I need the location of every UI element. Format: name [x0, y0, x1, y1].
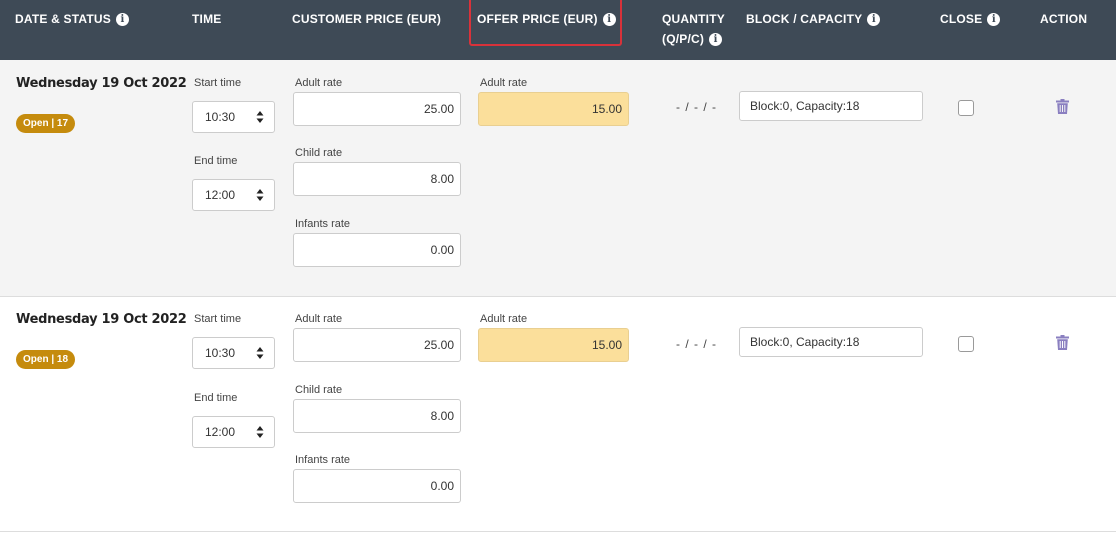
end-time-label: End time — [194, 392, 238, 404]
quantity-value: - / - / - — [676, 337, 717, 351]
col-action: ACTION — [1040, 12, 1088, 26]
col-block-capacity-label: BLOCK / CAPACITY — [746, 12, 863, 26]
sort-arrows-icon — [256, 426, 264, 438]
col-customer-price: CUSTOMER PRICE (EUR) — [292, 12, 442, 26]
trash-icon[interactable] — [1056, 335, 1069, 350]
info-icon[interactable]: i — [987, 13, 1001, 26]
status-badge: Open | 17 — [16, 114, 76, 133]
adult-rate-input[interactable]: 25.00 — [293, 92, 461, 126]
adult-rate-input[interactable]: 25.00 — [293, 328, 461, 362]
offer-adult-rate-label: Adult rate — [480, 313, 528, 325]
close-checkbox[interactable] — [958, 336, 974, 352]
col-quantity-sub-label: (Q/P/C) — [662, 32, 705, 46]
child-rate-label: Child rate — [295, 147, 343, 159]
col-offer-price-label: OFFER PRICE (EUR) — [477, 12, 598, 26]
col-quantity-label: QUANTITY — [662, 12, 725, 26]
adult-rate-label: Adult rate — [295, 77, 343, 89]
col-time: TIME — [192, 12, 222, 26]
start-time-value: 10:30 — [205, 110, 236, 124]
end-time-value: 12:00 — [205, 188, 236, 202]
adult-rate-label: Adult rate — [295, 313, 343, 325]
table-row: Wednesday 19 Oct 2022 Open | 18 Start ti… — [0, 297, 1116, 532]
col-date-status: DATE & STATUS i — [15, 9, 129, 29]
end-time-select[interactable]: 12:00 — [192, 416, 275, 448]
row-date: Wednesday 19 Oct 2022 — [16, 312, 187, 327]
start-time-label: Start time — [194, 77, 242, 89]
table-row: Wednesday 19 Oct 2022 Open | 17 Start ti… — [0, 60, 1116, 297]
end-time-label: End time — [194, 155, 238, 167]
infants-rate-input[interactable]: 0.00 — [293, 233, 461, 267]
quantity-value: - / - / - — [676, 100, 717, 114]
sort-arrows-icon — [256, 111, 264, 123]
child-rate-input[interactable]: 8.00 — [293, 162, 461, 196]
infants-rate-input[interactable]: 0.00 — [293, 469, 461, 503]
col-quantity-sub: (Q/P/C) i — [662, 29, 725, 49]
offer-adult-rate-input[interactable]: 15.00 — [478, 92, 629, 126]
child-rate-input[interactable]: 8.00 — [293, 399, 461, 433]
col-quantity: QUANTITY (Q/P/C) i — [662, 9, 725, 49]
offer-adult-rate-label: Adult rate — [480, 77, 528, 89]
info-icon[interactable]: i — [115, 13, 129, 26]
col-offer-price: OFFER PRICE (EUR) i — [477, 9, 616, 29]
sort-arrows-icon — [256, 347, 264, 359]
offer-adult-rate-input[interactable]: 15.00 — [478, 328, 629, 362]
sort-arrows-icon — [256, 189, 264, 201]
close-checkbox[interactable] — [958, 100, 974, 116]
child-rate-label: Child rate — [295, 384, 343, 396]
end-time-select[interactable]: 12:00 — [192, 179, 275, 211]
end-time-value: 12:00 — [205, 425, 236, 439]
status-badge: Open | 18 — [16, 350, 76, 369]
info-icon[interactable]: i — [867, 13, 881, 26]
start-time-label: Start time — [194, 313, 242, 325]
table-header: DATE & STATUS i TIME CUSTOMER PRICE (EUR)… — [0, 0, 1116, 60]
info-icon[interactable]: i — [602, 13, 616, 26]
col-date-status-label: DATE & STATUS — [15, 12, 111, 26]
col-close-label: CLOSE — [940, 12, 983, 26]
block-capacity-input[interactable]: Block:0, Capacity:18 — [739, 327, 923, 357]
col-close: CLOSE i — [940, 9, 1001, 29]
block-capacity-input[interactable]: Block:0, Capacity:18 — [739, 91, 923, 121]
info-icon[interactable]: i — [709, 33, 723, 46]
trash-icon[interactable] — [1056, 99, 1069, 114]
infants-rate-label: Infants rate — [295, 218, 351, 230]
col-block-capacity: BLOCK / CAPACITY i — [746, 9, 881, 29]
start-time-value: 10:30 — [205, 346, 236, 360]
row-date: Wednesday 19 Oct 2022 — [16, 76, 187, 91]
infants-rate-label: Infants rate — [295, 454, 351, 466]
start-time-select[interactable]: 10:30 — [192, 101, 275, 133]
start-time-select[interactable]: 10:30 — [192, 337, 275, 369]
